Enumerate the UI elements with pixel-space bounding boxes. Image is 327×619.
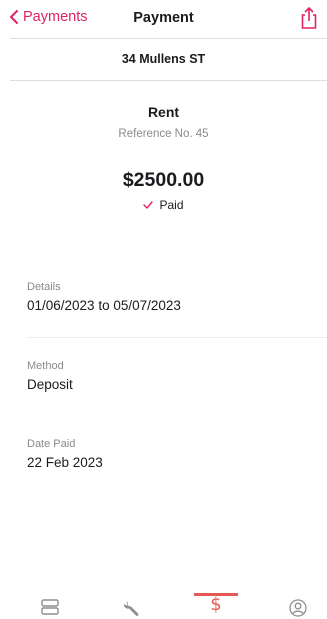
- field-label: Method: [27, 360, 64, 372]
- details-divider: [27, 337, 327, 338]
- tab-profile[interactable]: [278, 593, 318, 619]
- field-value: 01/06/2023 to 05/07/2023: [27, 298, 181, 313]
- wrench-icon: [123, 601, 139, 616]
- chevron-left-icon: [10, 10, 18, 24]
- profile-icon: [289, 599, 307, 617]
- back-button-label: Payments: [23, 9, 88, 25]
- date-paid-field: Date Paid 22 Feb 2023: [27, 438, 103, 470]
- payment-amount: $2500.00: [122, 169, 205, 191]
- details-field: Details 01/06/2023 to 05/07/2023: [27, 281, 181, 313]
- field-label: Date Paid: [27, 438, 76, 450]
- method-field: Method Deposit: [27, 360, 73, 392]
- back-button[interactable]: Payments: [8, 9, 87, 25]
- tab-payments[interactable]: $: [196, 593, 236, 619]
- navigation-bar: Payments Payment: [0, 0, 327, 38]
- tab-list[interactable]: [30, 593, 70, 619]
- payment-type: Rent: [147, 104, 180, 120]
- address-divider: [10, 80, 327, 81]
- property-address: 34 Mullens ST: [121, 52, 206, 66]
- share-button[interactable]: [299, 6, 319, 30]
- payment-status: Paid: [0, 198, 327, 212]
- tab-bar: $: [0, 593, 327, 619]
- tab-maintenance[interactable]: [112, 593, 152, 619]
- share-icon: [301, 7, 317, 29]
- field-value: 22 Feb 2023: [27, 455, 103, 470]
- payment-reference: Reference No. 45: [118, 128, 209, 140]
- checkmark-icon: [143, 201, 154, 209]
- field-label: Details: [27, 281, 61, 293]
- dollar-icon: $: [210, 594, 222, 615]
- nav-divider: [10, 38, 327, 39]
- list-icon: [41, 599, 59, 615]
- field-value: Deposit: [27, 377, 73, 392]
- payment-status-label: Paid: [159, 198, 184, 212]
